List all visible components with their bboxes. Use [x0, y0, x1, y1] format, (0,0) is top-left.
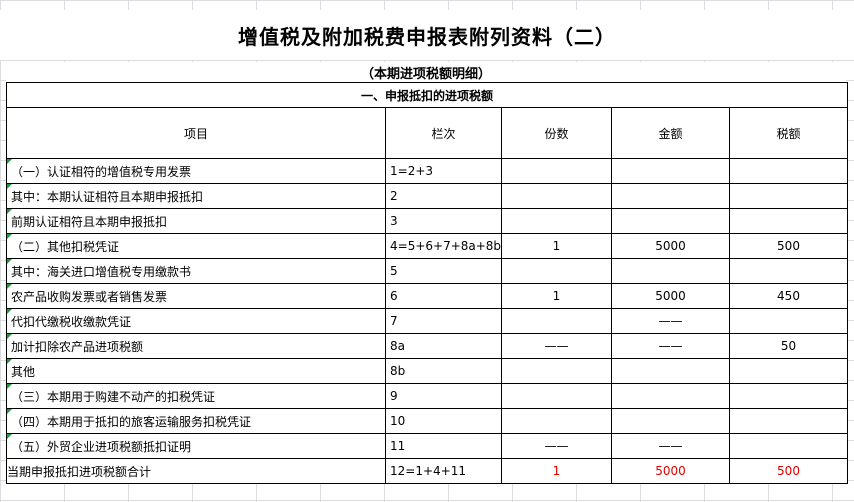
- row-column[interactable]: 7: [385, 308, 502, 334]
- row-tax[interactable]: 450: [729, 283, 848, 309]
- row-tax[interactable]: 500: [729, 233, 848, 259]
- row-tax[interactable]: 50: [729, 333, 848, 359]
- header-tax[interactable]: 税额: [729, 107, 848, 159]
- table-row: 其中：本期认证相符且本期申报抵扣 2: [6, 183, 848, 209]
- form-title: 增值税及附加税费申报表附列资料（二）: [0, 10, 854, 60]
- row-count[interactable]: [501, 358, 612, 384]
- row-count[interactable]: [501, 308, 612, 334]
- table-row: 其中：海关进口增值税专用缴款书 5: [6, 258, 848, 284]
- row-label[interactable]: （三）本期用于购建不动产的扣税凭证: [6, 383, 386, 409]
- row-tax[interactable]: [729, 183, 848, 209]
- row-column[interactable]: 8b: [385, 358, 502, 384]
- row-column[interactable]: 1=2+3: [385, 158, 502, 184]
- row-amount[interactable]: ——: [611, 433, 730, 459]
- row-label[interactable]: 当期申报抵扣进项税额合计: [6, 458, 386, 484]
- form-subtitle: （本期进项税额明细）: [6, 62, 846, 82]
- table-row: 前期认证相符且本期申报抵扣 3: [6, 208, 848, 234]
- table-row: 农产品收购发票或者销售发票 6 1 5000 450: [6, 283, 848, 309]
- row-column[interactable]: 2: [385, 183, 502, 209]
- row-count[interactable]: ——: [501, 333, 612, 359]
- row-tax[interactable]: [729, 308, 848, 334]
- row-label[interactable]: （四）本期用于抵扣的旅客运输服务扣税凭证: [6, 408, 386, 434]
- row-amount[interactable]: 5000: [611, 233, 730, 259]
- row-count[interactable]: ——: [501, 433, 612, 459]
- row-amount[interactable]: [611, 383, 730, 409]
- row-count[interactable]: 1: [501, 283, 612, 309]
- row-column[interactable]: 11: [385, 433, 502, 459]
- table-row: （五）外贸企业进项税额抵扣证明 11 —— ——: [6, 433, 848, 459]
- row-count[interactable]: [501, 408, 612, 434]
- header-column[interactable]: 栏次: [385, 107, 502, 159]
- row-column[interactable]: 6: [385, 283, 502, 309]
- row-tax[interactable]: [729, 408, 848, 434]
- row-column[interactable]: 12=1+4+11: [385, 458, 502, 484]
- row-column[interactable]: 9: [385, 383, 502, 409]
- row-tax[interactable]: [729, 258, 848, 284]
- table-row: （四）本期用于抵扣的旅客运输服务扣税凭证 10: [6, 408, 848, 434]
- row-label[interactable]: 其他: [6, 358, 386, 384]
- row-label[interactable]: （二）其他扣税凭证: [6, 233, 386, 259]
- row-count[interactable]: [501, 183, 612, 209]
- row-amount[interactable]: [611, 208, 730, 234]
- header-item[interactable]: 项目: [6, 107, 386, 159]
- row-label[interactable]: 加计扣除农产品进项税额: [6, 333, 386, 359]
- row-amount[interactable]: [611, 183, 730, 209]
- row-count[interactable]: [501, 258, 612, 284]
- row-label[interactable]: 代扣代缴税收缴款凭证: [6, 308, 386, 334]
- row-amount[interactable]: ——: [611, 333, 730, 359]
- row-tax[interactable]: [729, 433, 848, 459]
- row-amount[interactable]: ——: [611, 308, 730, 334]
- row-label[interactable]: 其中：本期认证相符且本期申报抵扣: [6, 183, 386, 209]
- row-label[interactable]: （一）认证相符的增值税专用发票: [6, 158, 386, 184]
- row-tax[interactable]: [729, 208, 848, 234]
- row-count[interactable]: 1: [501, 233, 612, 259]
- row-amount[interactable]: 5000: [611, 458, 730, 484]
- row-column[interactable]: 3: [385, 208, 502, 234]
- row-column[interactable]: 4=5+6+7+8a+8b: [385, 233, 502, 259]
- row-column[interactable]: 10: [385, 408, 502, 434]
- row-amount[interactable]: [611, 158, 730, 184]
- table-row-total: 当期申报抵扣进项税额合计 12=1+4+11 1 5000 500: [6, 458, 848, 484]
- table-row: 加计扣除农产品进项税额 8a —— —— 50: [6, 333, 848, 359]
- row-amount[interactable]: [611, 358, 730, 384]
- row-label[interactable]: 农产品收购发票或者销售发票: [6, 283, 386, 309]
- row-amount[interactable]: 5000: [611, 283, 730, 309]
- table-row: （三）本期用于购建不动产的扣税凭证 9: [6, 383, 848, 409]
- table-row: 代扣代缴税收缴款凭证 7 ——: [6, 308, 848, 334]
- row-tax[interactable]: [729, 358, 848, 384]
- row-label[interactable]: 其中：海关进口增值税专用缴款书: [6, 258, 386, 284]
- row-amount[interactable]: [611, 258, 730, 284]
- row-count[interactable]: [501, 383, 612, 409]
- row-tax[interactable]: 500: [729, 458, 848, 484]
- row-tax[interactable]: [729, 383, 848, 409]
- header-count[interactable]: 份数: [501, 107, 612, 159]
- row-label[interactable]: （五）外贸企业进项税额抵扣证明: [6, 433, 386, 459]
- row-count[interactable]: [501, 208, 612, 234]
- row-tax[interactable]: [729, 158, 848, 184]
- table-row: 其他 8b: [6, 358, 848, 384]
- header-amount[interactable]: 金额: [611, 107, 730, 159]
- table-row: （一）认证相符的增值税专用发票 1=2+3: [6, 158, 848, 184]
- row-column[interactable]: 8a: [385, 333, 502, 359]
- table-row: （二）其他扣税凭证 4=5+6+7+8a+8b 1 5000 500: [6, 233, 848, 259]
- input-tax-table: 一、申报抵扣的进项税额 项目 栏次 份数 金额 税额 （一）认证相符的增值税专用…: [6, 82, 848, 484]
- row-count[interactable]: [501, 158, 612, 184]
- section-heading[interactable]: 一、申报抵扣的进项税额: [6, 82, 848, 108]
- row-label[interactable]: 前期认证相符且本期申报抵扣: [6, 208, 386, 234]
- row-amount[interactable]: [611, 408, 730, 434]
- row-column[interactable]: 5: [385, 258, 502, 284]
- row-count[interactable]: 1: [501, 458, 612, 484]
